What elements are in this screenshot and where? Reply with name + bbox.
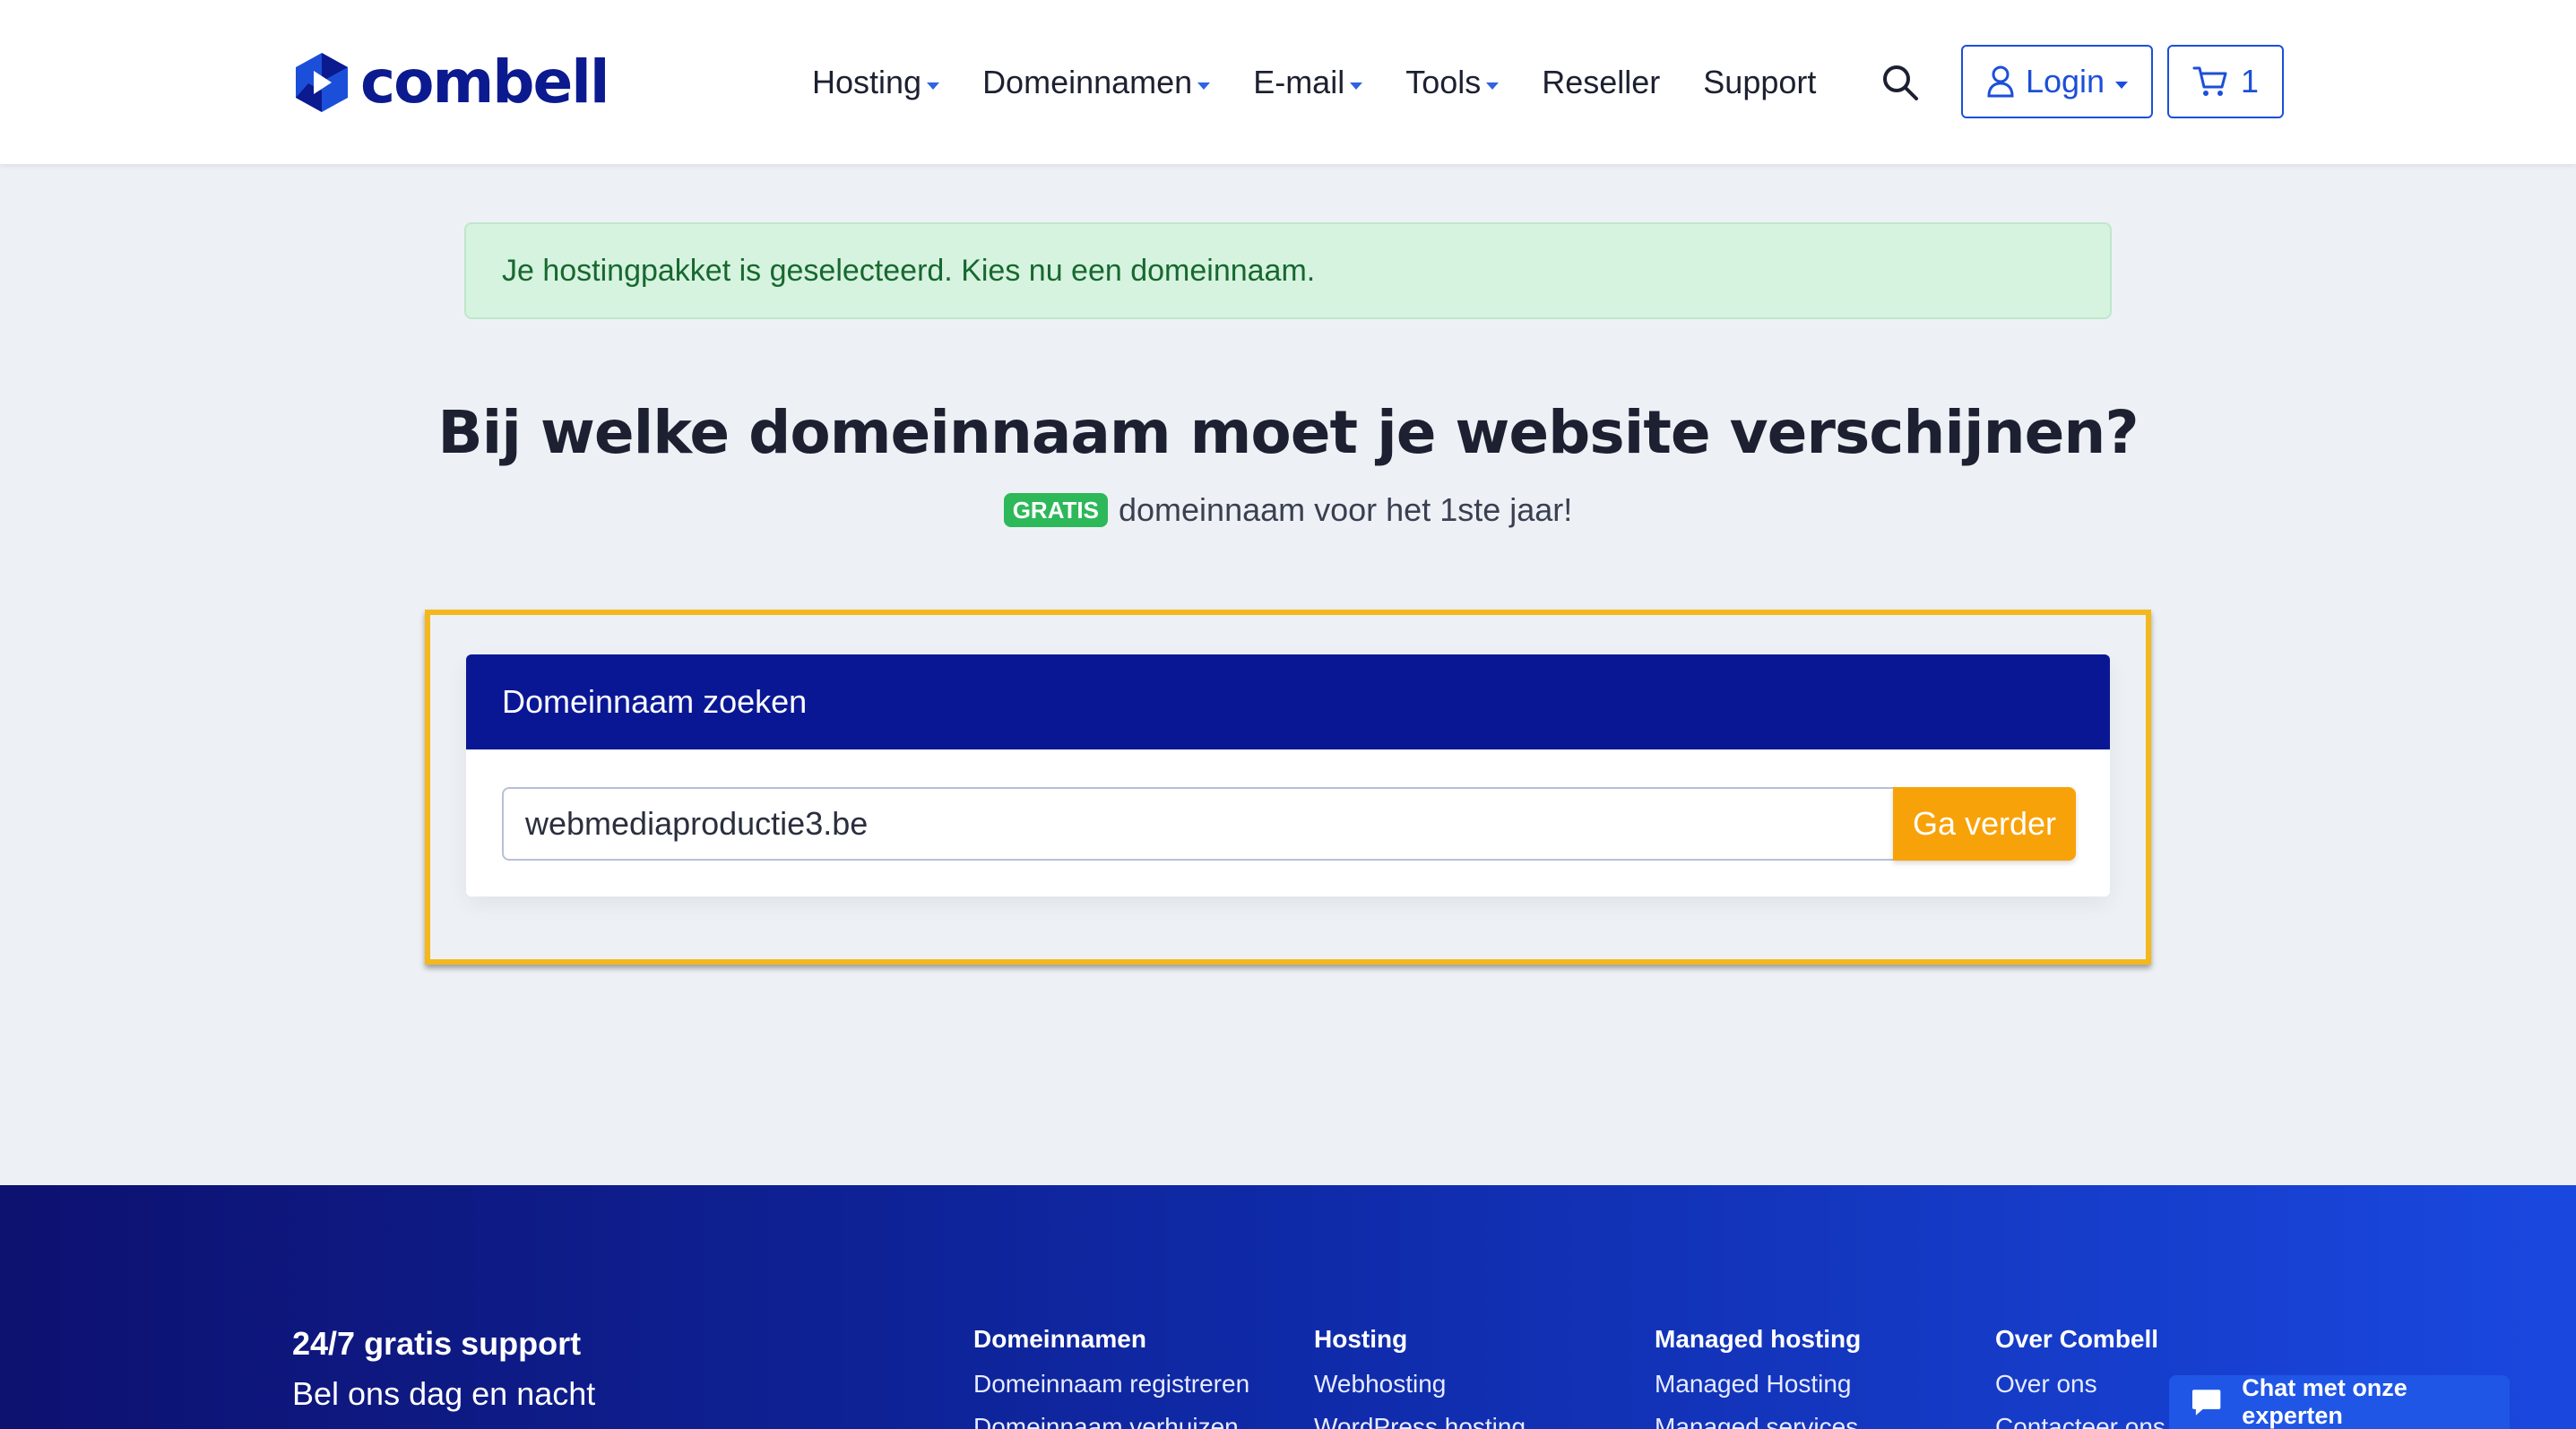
footer-column-title: Over Combell — [1995, 1325, 2159, 1353]
nav-item-label: Tools — [1405, 64, 1482, 100]
domain-search-card: Domeinnaam zoeken Ga verder — [466, 654, 2110, 896]
page-title: Bij welke domeinnaam moet je website ver… — [437, 398, 2139, 467]
nav-item-tools[interactable]: Tools — [1405, 64, 1500, 101]
chat-label: Chat met onze experten — [2242, 1374, 2407, 1429]
nav-item-label: Support — [1703, 64, 1817, 100]
chevron-down-icon — [1486, 82, 1500, 90]
logo-wordmark: combell — [360, 48, 609, 117]
footer-link[interactable]: Managed services — [1655, 1413, 1861, 1429]
footer-link[interactable]: WordPress hosting — [1314, 1413, 1526, 1429]
footer-column-title: Managed hosting — [1655, 1325, 1862, 1353]
success-alert: Je hostingpakket is geselecteerd. Kies n… — [464, 222, 2112, 319]
page-subtitle: GRATIS domeinnaam voor het 1ste jaar! — [0, 491, 2576, 529]
chat-button[interactable]: Chat met onze experten — [2169, 1374, 2510, 1429]
login-button[interactable]: Login — [1961, 45, 2153, 118]
card-title: Domeinnaam zoeken — [502, 683, 808, 720]
nav-item-label: Hosting — [812, 64, 922, 100]
user-icon — [1987, 65, 2014, 98]
nav-item-support[interactable]: Support — [1703, 64, 1816, 101]
footer-link[interactable]: Domeinnaam registreren — [973, 1370, 1249, 1399]
footer-support-subtitle: Bel ons dag en nacht — [292, 1375, 596, 1412]
footer-column-title: Domeinnamen — [973, 1325, 1146, 1353]
card-body: Ga verder — [466, 749, 2110, 896]
nav-item-domeinnamen[interactable]: Domeinnamen — [982, 64, 1211, 101]
footer-link[interactable]: Managed Hosting — [1655, 1370, 1861, 1399]
cart-button[interactable]: 1 — [2167, 45, 2284, 118]
nav-item-hosting[interactable]: Hosting — [812, 64, 940, 101]
chevron-down-icon — [2115, 82, 2129, 89]
nav-item-label: Domeinnamen — [982, 64, 1193, 100]
chevron-down-icon — [927, 82, 940, 90]
nav-item-label: E-mail — [1253, 64, 1345, 100]
footer-column-over-combell: Over Combell Over ons Contacteer ons — [1995, 1325, 2165, 1429]
site-header: combell Hosting Domeinnamen E-mail Tools… — [0, 0, 2576, 164]
nav-item-label: Reseller — [1542, 64, 1661, 100]
footer-link[interactable]: Webhosting — [1314, 1370, 1526, 1399]
gratis-badge: GRATIS — [1003, 493, 1108, 527]
footer-link[interactable]: Over ons — [1995, 1370, 2165, 1399]
footer-link[interactable]: Contacteer ons — [1995, 1413, 2165, 1429]
card-header: Domeinnaam zoeken — [466, 654, 2110, 749]
login-label: Login — [2025, 63, 2105, 100]
footer-column-managed-hosting: Managed hosting Managed Hosting Managed … — [1655, 1325, 1861, 1429]
main-nav: Hosting Domeinnamen E-mail Tools Reselle… — [812, 54, 1859, 111]
subtitle-text: domeinnaam voor het 1ste jaar! — [1119, 491, 1573, 528]
footer-link[interactable]: Domeinnaam verhuizen — [973, 1413, 1249, 1429]
combell-logo-icon — [296, 53, 348, 112]
nav-item-email[interactable]: E-mail — [1253, 64, 1363, 101]
footer-column-hosting: Hosting Webhosting WordPress hosting — [1314, 1325, 1526, 1429]
chevron-down-icon — [1197, 82, 1211, 90]
combell-logo[interactable]: combell — [292, 47, 609, 118]
chat-bubble-icon — [2191, 1390, 2221, 1416]
continue-button[interactable]: Ga verder — [1893, 787, 2076, 861]
domain-input[interactable] — [502, 787, 1911, 861]
footer-support-title: 24/7 gratis support — [292, 1325, 582, 1362]
alert-text: Je hostingpakket is geselecteerd. Kies n… — [502, 253, 1316, 288]
chevron-down-icon — [1350, 82, 1363, 90]
search-button[interactable] — [1880, 63, 1920, 102]
nav-item-reseller[interactable]: Reseller — [1542, 64, 1660, 101]
cart-icon — [2192, 66, 2227, 96]
cart-count: 1 — [2240, 63, 2260, 100]
footer-column-title: Hosting — [1314, 1325, 1408, 1353]
search-icon — [1883, 65, 1918, 100]
footer-column-domeinnamen: Domeinnamen Domeinnaam registreren Domei… — [973, 1325, 1249, 1429]
